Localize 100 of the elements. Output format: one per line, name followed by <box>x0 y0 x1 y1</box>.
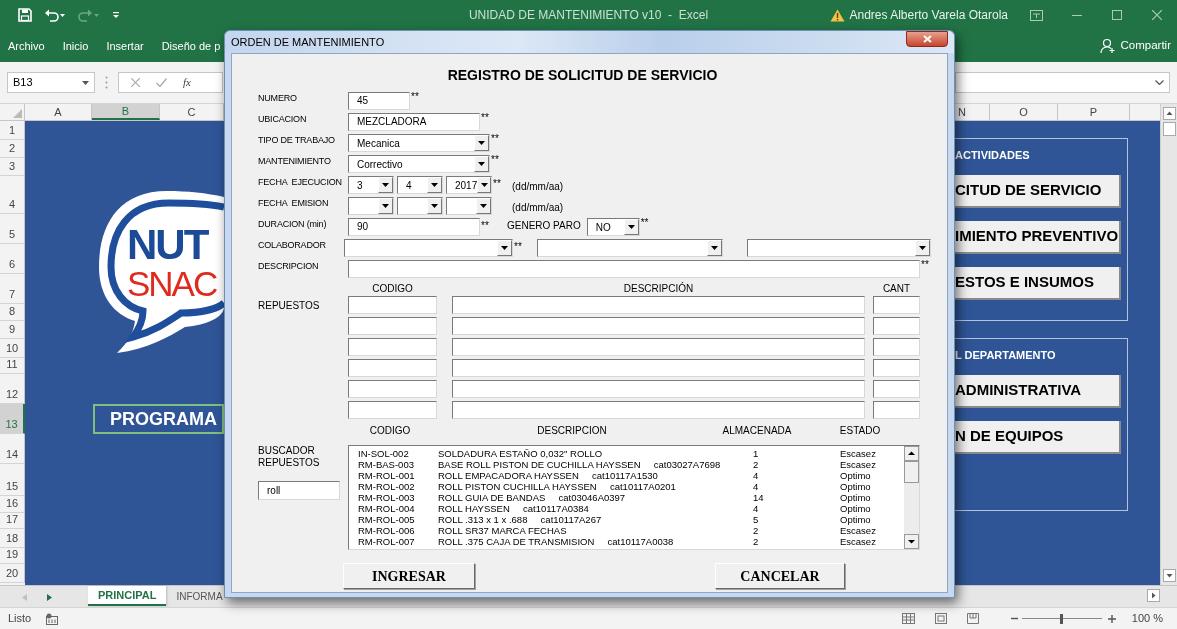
zoom-slider[interactable] <box>1021 613 1102 624</box>
list-cell[interactable]: Escasez <box>840 536 904 547</box>
column-header[interactable]: O <box>990 104 1058 120</box>
text-field[interactable]: 45 <box>348 92 410 110</box>
ribbon-tab[interactable]: Archivo <box>8 37 45 55</box>
macro-button[interactable]: IMIENTO PREVENTIVO <box>955 221 1121 254</box>
normal-view-icon[interactable] <box>901 613 915 624</box>
text-field[interactable] <box>348 317 437 335</box>
next-sheet-icon[interactable] <box>47 594 52 601</box>
list-cell[interactable]: 4 <box>753 481 840 492</box>
combo-box[interactable]: 4 <box>397 176 443 194</box>
combo-box[interactable]: Correctivo <box>348 155 490 173</box>
sheet-tab[interactable]: PRINCIPAL <box>88 586 167 606</box>
text-field[interactable] <box>873 380 920 398</box>
text-field[interactable] <box>452 296 865 314</box>
text-field[interactable] <box>452 401 865 419</box>
page-layout-icon[interactable] <box>934 613 947 624</box>
list-cell[interactable]: 14 <box>753 492 840 503</box>
scroll-down-icon[interactable] <box>904 534 919 549</box>
text-field[interactable]: 90 <box>348 218 480 236</box>
list-cell[interactable]: 4 <box>753 470 840 481</box>
insert-function-button[interactable]: fx <box>183 74 191 91</box>
column-header[interactable]: P <box>1058 104 1130 120</box>
name-box[interactable]: B13 <box>7 72 95 93</box>
list-cell[interactable]: RM-ROL-005 <box>358 514 438 525</box>
list-cell[interactable]: Optimo <box>840 481 904 492</box>
list-cell[interactable]: ROLL .313 x 1 x .688 cat10117A267 <box>438 514 753 525</box>
undo-icon[interactable] <box>44 8 66 22</box>
macro-button[interactable]: ADMINISTRATIVA <box>955 375 1121 408</box>
text-field[interactable] <box>452 359 865 377</box>
scroll-up-icon[interactable] <box>1162 107 1176 120</box>
text-field[interactable] <box>452 380 865 398</box>
list-cell[interactable]: Escasez <box>840 459 904 470</box>
scroll-thumb[interactable] <box>1162 122 1176 136</box>
list-scrollbar[interactable] <box>904 446 919 549</box>
macro-button[interactable]: ESTOS E INSUMOS <box>955 267 1121 300</box>
ribbon-tab[interactable]: Insertar <box>106 37 144 55</box>
scroll-up-icon[interactable] <box>904 446 919 461</box>
zoom-thumb[interactable] <box>1060 613 1064 624</box>
text-field[interactable] <box>452 338 865 356</box>
dropdown-button[interactable] <box>497 240 512 256</box>
vertical-scrollbar[interactable] <box>1160 104 1177 585</box>
list-cell[interactable]: 2 <box>753 459 840 470</box>
column-header[interactable]: B <box>92 104 160 120</box>
combo-box[interactable] <box>344 239 513 257</box>
list-cell[interactable]: RM-ROL-003 <box>358 492 438 503</box>
list-cell[interactable]: RM-ROL-006 <box>358 525 438 536</box>
text-field[interactable] <box>873 296 920 314</box>
combo-box[interactable] <box>348 197 394 215</box>
combo-box[interactable] <box>446 197 492 215</box>
list-cell[interactable]: Optimo <box>840 503 904 514</box>
list-cell[interactable]: ROLL HAYSSEN cat10117A0384 <box>438 503 753 514</box>
dropdown-button[interactable] <box>378 198 393 214</box>
dropdown-button[interactable] <box>477 177 491 193</box>
list-cell[interactable]: ROLL PISTON CUCHILLA HAYSSEN cat10117A0201 <box>438 481 753 492</box>
list-cell[interactable]: 1 <box>753 448 840 459</box>
dropdown-button[interactable] <box>476 198 491 214</box>
page-break-icon[interactable] <box>966 613 979 624</box>
text-field[interactable] <box>348 401 437 419</box>
list-cell[interactable]: Optimo <box>840 492 904 503</box>
combo-box[interactable] <box>537 239 723 257</box>
list-cell[interactable]: 4 <box>753 503 840 514</box>
zoom-in-icon[interactable] <box>1107 614 1116 623</box>
combo-box[interactable]: Mecanica <box>348 134 490 152</box>
list-cell[interactable]: ROLL SR37 MARCA FECHAS <box>438 525 753 536</box>
text-field[interactable] <box>873 338 920 356</box>
scroll-down-icon[interactable] <box>1162 569 1176 582</box>
text-field[interactable] <box>348 338 437 356</box>
zoom-out-icon[interactable] <box>1010 615 1018 622</box>
list-cell[interactable]: 2 <box>753 525 840 536</box>
scroll-right-icon[interactable] <box>1147 589 1160 602</box>
list-cell[interactable]: RM-ROL-007 <box>358 536 438 547</box>
text-field[interactable] <box>348 296 437 314</box>
text-field[interactable] <box>452 317 865 335</box>
text-field[interactable] <box>873 359 920 377</box>
combo-box[interactable]: NO <box>586 218 640 236</box>
customize-icon[interactable] <box>112 11 120 19</box>
combo-box[interactable]: 2017 <box>446 176 492 194</box>
list-cell[interactable]: RM-BAS-003 <box>358 459 438 470</box>
formula-input[interactable] <box>955 72 1170 93</box>
text-area[interactable] <box>348 260 920 278</box>
list-cell[interactable]: 2 <box>753 536 840 547</box>
check-icon[interactable] <box>156 78 167 87</box>
warning-icon[interactable] <box>830 8 846 22</box>
text-field[interactable] <box>348 380 437 398</box>
dropdown-button[interactable] <box>623 219 639 235</box>
text-field[interactable] <box>873 317 920 335</box>
form-button[interactable]: INGRESAR <box>343 563 475 589</box>
combo-box[interactable] <box>397 197 443 215</box>
list-cell[interactable]: Optimo <box>840 514 904 525</box>
list-cell[interactable]: RM-ROL-002 <box>358 481 438 492</box>
text-field[interactable] <box>873 401 920 419</box>
list-cell[interactable]: Escasez <box>840 525 904 536</box>
save-icon[interactable] <box>18 8 32 22</box>
dropdown-button[interactable] <box>707 240 722 256</box>
dropdown-button[interactable] <box>378 177 393 193</box>
list-cell[interactable]: ROLL EMPACADORA HAYSSEN cat10117A1530 <box>438 470 753 481</box>
combo-box[interactable]: 3 <box>348 176 394 194</box>
combo-box[interactable] <box>747 239 931 257</box>
list-cell[interactable]: ROLL .375 CAJA DE TRANSMISION cat10117A0038 <box>438 536 753 547</box>
